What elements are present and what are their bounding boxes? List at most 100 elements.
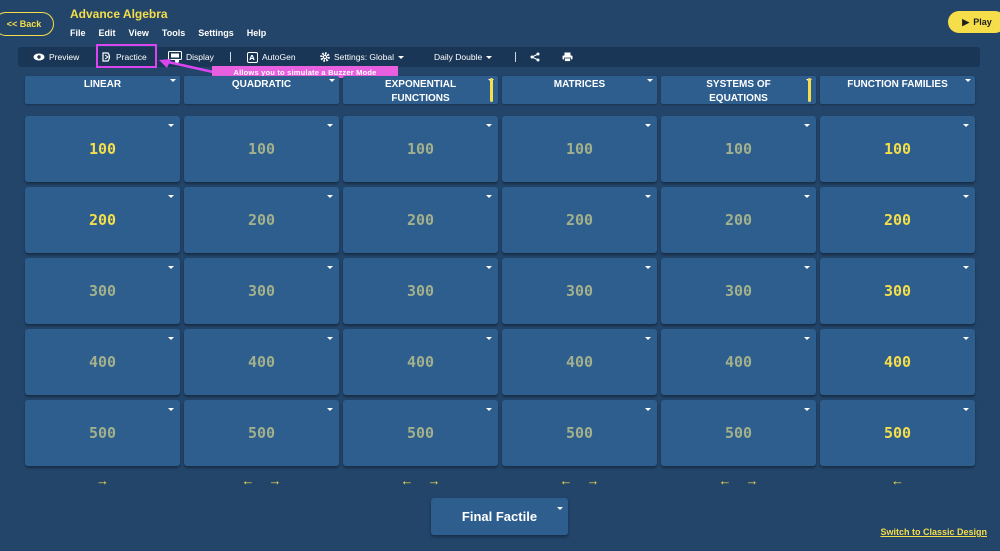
chevron-down-icon[interactable]: [327, 124, 333, 127]
question-tile[interactable]: 500: [820, 400, 975, 466]
settings-dropdown[interactable]: Settings: Global: [320, 47, 405, 67]
question-tile[interactable]: 400: [820, 329, 975, 395]
chevron-down-icon[interactable]: [963, 266, 969, 269]
question-tile[interactable]: 300: [25, 258, 180, 324]
menu-help[interactable]: Help: [247, 28, 267, 38]
arrow-right-icon[interactable]: →: [587, 473, 600, 488]
chevron-down-icon[interactable]: [963, 124, 969, 127]
category-header[interactable]: MATRICES: [502, 76, 657, 104]
menu-edit[interactable]: Edit: [99, 28, 116, 38]
chevron-down-icon[interactable]: [486, 337, 492, 340]
category-header[interactable]: LINEAR: [25, 76, 180, 104]
menu-settings[interactable]: Settings: [198, 28, 234, 38]
question-tile[interactable]: 300: [820, 258, 975, 324]
arrow-right-icon[interactable]: →: [746, 473, 759, 488]
chevron-down-icon[interactable]: [486, 266, 492, 269]
arrow-left-icon[interactable]: ←: [560, 473, 573, 488]
category-header[interactable]: SYSTEMS OF EQUATIONS: [661, 76, 816, 104]
menu-file[interactable]: File: [70, 28, 86, 38]
chevron-down-icon[interactable]: [486, 195, 492, 198]
preview-button[interactable]: Preview: [33, 47, 79, 67]
question-tile[interactable]: 100: [184, 116, 339, 182]
question-tile[interactable]: 200: [661, 187, 816, 253]
chevron-down-icon[interactable]: [804, 337, 810, 340]
chevron-down-icon[interactable]: [804, 124, 810, 127]
category-header[interactable]: FUNCTION FAMILIES: [820, 76, 975, 104]
arrow-right-icon[interactable]: →: [96, 473, 109, 488]
share-button[interactable]: [530, 47, 540, 67]
chevron-down-icon[interactable]: [557, 507, 563, 510]
tile-value: 400: [88, 353, 117, 371]
question-tile[interactable]: 200: [343, 187, 498, 253]
question-tile[interactable]: 400: [343, 329, 498, 395]
chevron-down-icon[interactable]: [804, 266, 810, 269]
chevron-down-icon[interactable]: [645, 266, 651, 269]
chevron-down-icon[interactable]: [168, 124, 174, 127]
arrow-right-icon[interactable]: →: [428, 473, 441, 488]
header-scrollbar[interactable]: [808, 78, 811, 102]
chevron-down-icon[interactable]: [645, 124, 651, 127]
question-tile[interactable]: 200: [25, 187, 180, 253]
final-factile-button[interactable]: Final Factile: [431, 498, 568, 535]
chevron-down-icon[interactable]: [168, 266, 174, 269]
question-tile[interactable]: 100: [820, 116, 975, 182]
chevron-down-icon[interactable]: [327, 266, 333, 269]
chevron-down-icon[interactable]: [170, 79, 176, 82]
question-tile[interactable]: 300: [184, 258, 339, 324]
question-tile[interactable]: 500: [184, 400, 339, 466]
chevron-down-icon[interactable]: [647, 79, 653, 82]
chevron-down-icon[interactable]: [486, 124, 492, 127]
question-tile[interactable]: 100: [502, 116, 657, 182]
question-tile[interactable]: 100: [25, 116, 180, 182]
chevron-down-icon[interactable]: [965, 79, 971, 82]
question-tile[interactable]: 400: [502, 329, 657, 395]
question-tile[interactable]: 200: [820, 187, 975, 253]
chevron-down-icon[interactable]: [168, 195, 174, 198]
print-button[interactable]: [562, 47, 573, 67]
menu-tools[interactable]: Tools: [162, 28, 185, 38]
question-tile[interactable]: 500: [502, 400, 657, 466]
header-scrollbar[interactable]: [490, 78, 493, 102]
question-tile[interactable]: 400: [184, 329, 339, 395]
arrow-right-icon[interactable]: →: [269, 473, 282, 488]
category-header[interactable]: EXPONENTIAL FUNCTIONS: [343, 76, 498, 104]
chevron-down-icon[interactable]: [963, 195, 969, 198]
chevron-down-icon[interactable]: [804, 408, 810, 411]
arrow-left-icon[interactable]: ←: [719, 473, 732, 488]
chevron-down-icon[interactable]: [645, 408, 651, 411]
question-tile[interactable]: 400: [25, 329, 180, 395]
chevron-down-icon[interactable]: [327, 195, 333, 198]
question-tile[interactable]: 300: [502, 258, 657, 324]
question-tile[interactable]: 500: [661, 400, 816, 466]
autogen-button[interactable]: A AutoGen: [247, 47, 296, 67]
chevron-down-icon[interactable]: [168, 408, 174, 411]
chevron-down-icon[interactable]: [327, 408, 333, 411]
chevron-down-icon[interactable]: [963, 408, 969, 411]
question-tile[interactable]: 500: [25, 400, 180, 466]
arrow-left-icon[interactable]: ←: [891, 473, 904, 488]
question-tile[interactable]: 500: [343, 400, 498, 466]
daily-double-dropdown[interactable]: Daily Double: [434, 47, 493, 67]
chevron-down-icon[interactable]: [963, 337, 969, 340]
switch-design-link[interactable]: Switch to Classic Design: [880, 527, 987, 537]
chevron-down-icon[interactable]: [804, 195, 810, 198]
arrow-left-icon[interactable]: ←: [242, 473, 255, 488]
question-tile[interactable]: 400: [661, 329, 816, 395]
chevron-down-icon[interactable]: [168, 337, 174, 340]
chevron-down-icon[interactable]: [645, 337, 651, 340]
category-header[interactable]: QUADRATIC: [184, 76, 339, 104]
play-button[interactable]: ▶ Play: [948, 11, 1000, 33]
back-button[interactable]: << Back: [0, 12, 54, 36]
question-tile[interactable]: 300: [661, 258, 816, 324]
arrow-left-icon[interactable]: ←: [401, 473, 414, 488]
chevron-down-icon[interactable]: [329, 79, 335, 82]
menu-view[interactable]: View: [129, 28, 149, 38]
question-tile[interactable]: 100: [343, 116, 498, 182]
chevron-down-icon[interactable]: [645, 195, 651, 198]
question-tile[interactable]: 300: [343, 258, 498, 324]
chevron-down-icon[interactable]: [327, 337, 333, 340]
question-tile[interactable]: 200: [184, 187, 339, 253]
question-tile[interactable]: 100: [661, 116, 816, 182]
chevron-down-icon[interactable]: [486, 408, 492, 411]
question-tile[interactable]: 200: [502, 187, 657, 253]
